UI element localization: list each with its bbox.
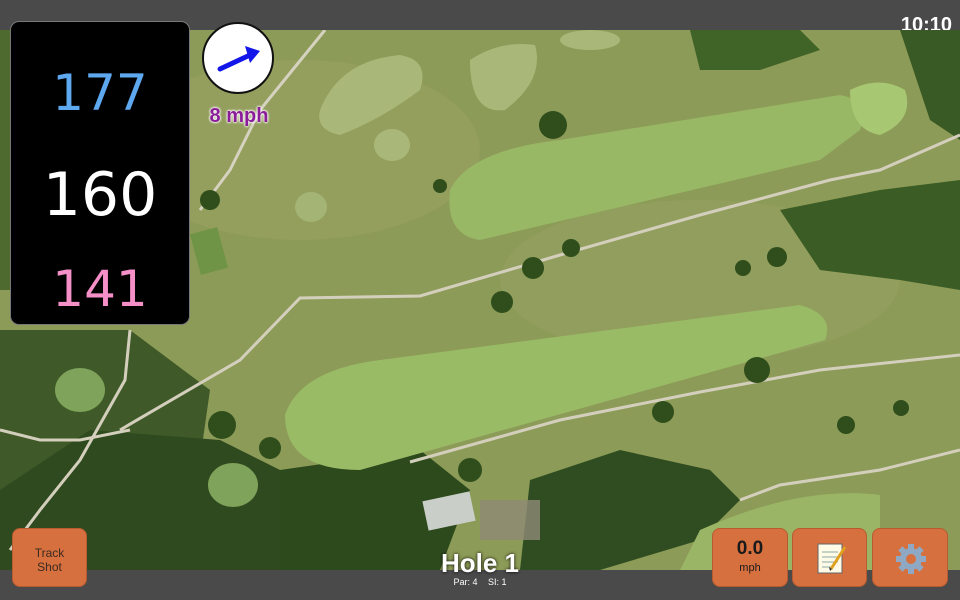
speed-value: 0.0 xyxy=(736,538,764,559)
wind-speed: 8 mph xyxy=(209,105,269,127)
hole-info: Par: 4 SI: 1 xyxy=(400,577,560,587)
hole-stroke-index: SI: 1 xyxy=(488,577,507,587)
track-shot-label-line2: Shot xyxy=(37,560,62,574)
distance-panel: 177 160 141 xyxy=(11,22,189,324)
speed-button[interactable]: 0.0 mph xyxy=(712,528,788,587)
track-shot-button[interactable]: Track Shot xyxy=(12,528,87,587)
arrow-up-right-icon xyxy=(217,46,260,72)
distance-middle: 160 xyxy=(42,160,158,230)
hole-title: Hole 1 xyxy=(440,548,520,578)
gear-icon xyxy=(896,544,926,574)
notes-button[interactable] xyxy=(792,528,867,587)
notepad-icon xyxy=(817,543,847,574)
track-shot-label-line1: Track xyxy=(34,546,65,560)
wind-indicator[interactable] xyxy=(202,22,274,94)
hole-par: Par: 4 xyxy=(453,577,478,587)
settings-button[interactable] xyxy=(872,528,948,587)
speed-unit: mph xyxy=(739,562,761,574)
distance-back: 177 xyxy=(52,64,148,122)
distance-front: 141 xyxy=(52,260,148,318)
